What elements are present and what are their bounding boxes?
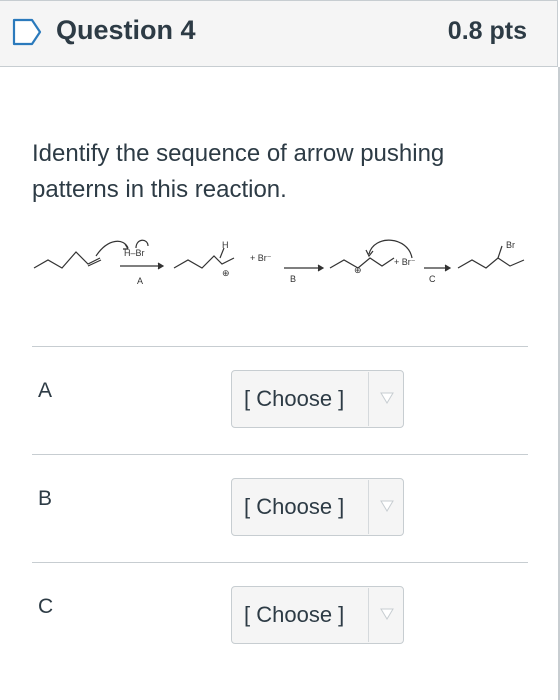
hydrogen-label: H (222, 240, 229, 250)
question-points: 0.8 pts (447, 17, 527, 45)
step-label-b: B (290, 274, 296, 284)
divider (32, 346, 528, 347)
question-text: Identify the sequence of arrow pushing p… (32, 140, 445, 203)
curved-arrow-2 (135, 239, 149, 249)
select-value: [ Choose ] (244, 386, 345, 411)
charge-2: ⊕ (354, 265, 362, 275)
select-value: [ Choose ] (244, 494, 345, 519)
charge-1: ⊕ (222, 268, 230, 278)
bromide-label-2: + Br⁻ (394, 257, 416, 267)
choose-select-c[interactable]: [ Choose ] (231, 586, 404, 644)
question-title: Question 4 (56, 15, 196, 45)
match-label-b: B (38, 487, 53, 510)
chevron-down-icon (380, 392, 394, 404)
reagent-label: H–Br (124, 248, 145, 258)
match-label-a: A (38, 379, 53, 402)
secondary-cation-skeleton (329, 257, 395, 269)
bookmark-flag-icon[interactable] (12, 17, 42, 47)
reaction-scheme: H–Br A H ⊕ + Br⁻ B ⊕ + Br⁻ C Br (33, 239, 525, 286)
step-label-c: C (429, 274, 436, 284)
chevron-down-icon (380, 500, 394, 512)
product-skeleton (457, 257, 525, 269)
step-label-a: A (137, 276, 143, 286)
match-label-c: C (38, 595, 54, 618)
select-separator (368, 480, 369, 534)
curved-arrow-3 (368, 239, 413, 259)
product-br-label: Br (506, 240, 515, 250)
carbocation-skeleton (173, 255, 235, 269)
choose-select-a[interactable]: [ Choose ] (231, 370, 404, 428)
chevron-down-icon (380, 608, 394, 620)
divider (32, 562, 528, 563)
choose-select-b[interactable]: [ Choose ] (231, 478, 404, 536)
divider (32, 454, 528, 455)
select-separator (368, 372, 369, 426)
select-separator (368, 588, 369, 642)
bromide-label-1: + Br⁻ (250, 253, 272, 263)
select-value: [ Choose ] (244, 602, 345, 627)
question-header: Question 4 0.8 pts (0, 0, 558, 67)
